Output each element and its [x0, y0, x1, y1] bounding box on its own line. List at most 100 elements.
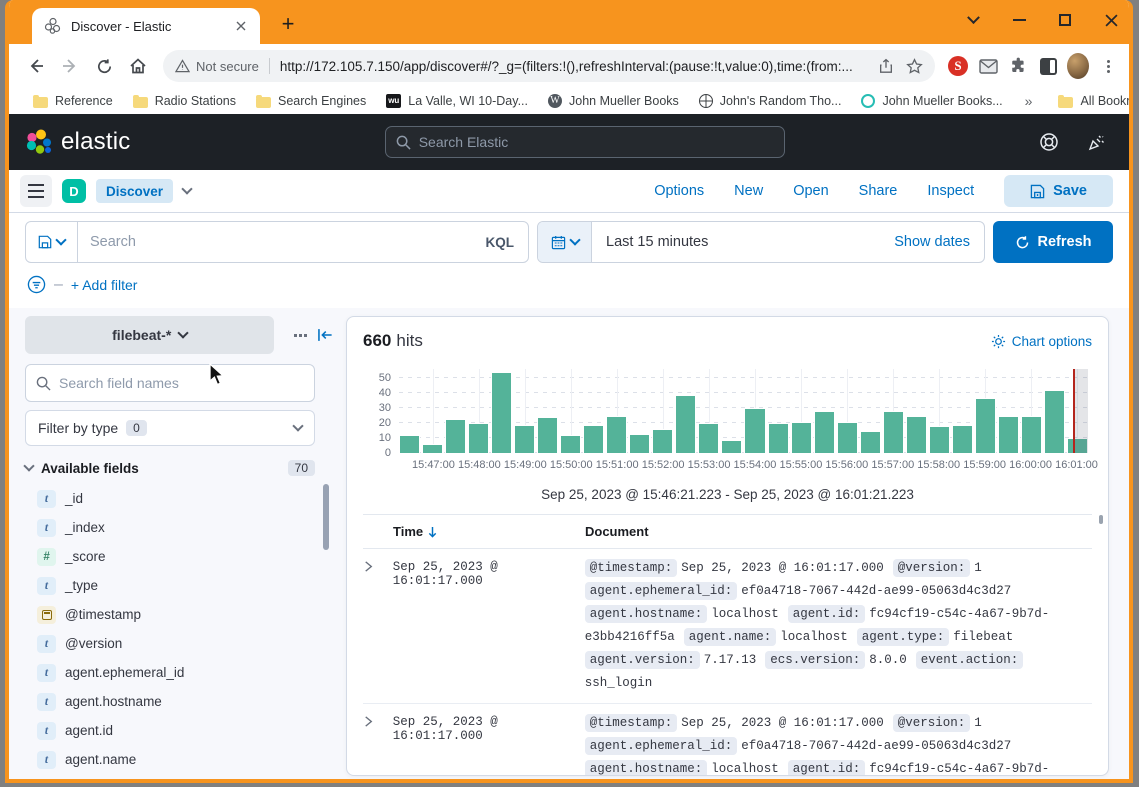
chart-bar[interactable] [537, 417, 558, 453]
expand-row-button[interactable] [363, 557, 393, 695]
field-list-item[interactable]: tagent.id [25, 716, 333, 745]
toolbar-link-new[interactable]: New [734, 183, 763, 199]
chart-bar[interactable] [998, 416, 1019, 453]
bookmark-item[interactable]: wuLa Valle, WI 10-Day... [376, 94, 538, 108]
tab-search-icon[interactable] [965, 12, 981, 28]
chart-bar[interactable] [929, 426, 950, 453]
query-input[interactable]: Search KQL [25, 221, 529, 263]
sidebar-scrollbar[interactable] [323, 484, 329, 550]
field-list-item[interactable]: tagent.name [25, 745, 333, 774]
chart-bar[interactable] [399, 435, 420, 453]
query-language-button[interactable]: KQL [472, 235, 529, 250]
field-list-item[interactable]: #_score [25, 542, 333, 571]
chart-bar[interactable] [422, 444, 443, 453]
field-search-input[interactable]: Search field names [25, 364, 315, 402]
chart-bar[interactable] [1021, 416, 1042, 453]
chart-bar[interactable] [491, 372, 512, 453]
date-picker[interactable]: Last 15 minutes Show dates [537, 221, 985, 263]
chart-options-button[interactable]: Chart options [991, 334, 1092, 349]
chart-bar[interactable] [629, 434, 650, 453]
expand-row-button[interactable] [363, 712, 393, 776]
chart-bar[interactable] [560, 435, 581, 453]
time-range-value[interactable]: Last 15 minutes [592, 234, 880, 250]
dark-reader-icon[interactable] [1037, 55, 1059, 77]
chart-bar[interactable] [583, 425, 604, 453]
filter-icon[interactable] [27, 275, 46, 294]
toolbar-link-options[interactable]: Options [654, 183, 704, 199]
bookmark-star-icon[interactable] [906, 58, 923, 75]
chart-bar[interactable] [721, 440, 742, 453]
field-list-item[interactable]: t_type [25, 571, 333, 600]
breadcrumb[interactable]: Discover [96, 179, 173, 203]
chart-bar[interactable] [606, 416, 627, 453]
column-document[interactable]: Document [585, 524, 1092, 539]
chart-bar[interactable] [975, 398, 996, 453]
minimize-button[interactable] [1011, 12, 1027, 28]
bookmark-item[interactable]: John Mueller Books... [851, 94, 1012, 108]
url-text[interactable]: http://172.105.7.150/app/discover#/?_g=(… [280, 59, 870, 74]
close-button[interactable] [1103, 12, 1119, 28]
toolbar-link-inspect[interactable]: Inspect [927, 183, 974, 199]
chevron-down-icon[interactable] [181, 183, 192, 194]
all-bookmarks-button[interactable]: All Bookmarks [1048, 94, 1133, 108]
saved-query-menu-button[interactable] [26, 222, 78, 262]
show-dates-button[interactable]: Show dates [880, 234, 984, 250]
add-filter-button[interactable]: + Add filter [71, 277, 138, 293]
mail-extension-icon[interactable] [977, 55, 999, 77]
date-quick-menu-button[interactable] [538, 222, 592, 262]
chart-bar[interactable] [698, 423, 719, 453]
bookmark-item[interactable]: Search Engines [246, 94, 376, 108]
boxes-horizontal-icon[interactable] [294, 334, 307, 337]
maximize-button[interactable] [1057, 12, 1073, 28]
filter-by-type-accordion[interactable]: Filter by type 0 [25, 410, 315, 446]
field-list-item[interactable]: t_index [25, 513, 333, 542]
collapse-sidebar-icon[interactable] [317, 328, 333, 342]
reload-icon[interactable] [91, 53, 117, 79]
security-indicator[interactable]: Not secure [175, 59, 259, 74]
elastic-brand[interactable]: elastic [25, 128, 130, 156]
chart-bar[interactable] [514, 425, 535, 453]
menu-hamburger-icon[interactable] [20, 175, 52, 207]
bookmark-item[interactable]: WJohn Mueller Books [538, 94, 689, 108]
new-tab-button[interactable]: + [275, 12, 301, 38]
space-badge[interactable]: D [62, 179, 86, 203]
chart-bar[interactable] [652, 429, 673, 453]
elastic-search-input[interactable]: Search Elastic [385, 126, 785, 158]
index-pattern-select[interactable]: filebeat-* [25, 316, 274, 354]
extension-s-icon[interactable]: S [947, 55, 969, 77]
tab-close-icon[interactable] [232, 17, 250, 35]
extensions-puzzle-icon[interactable] [1007, 55, 1029, 77]
chrome-menu-icon[interactable] [1097, 55, 1119, 77]
field-list-item[interactable]: tagent.ephemeral_id [25, 658, 333, 687]
refresh-button[interactable]: Refresh [993, 221, 1113, 263]
toolbar-link-share[interactable]: Share [859, 183, 898, 199]
field-list-item[interactable]: t_id [25, 484, 333, 513]
newsfeed-icon[interactable] [1087, 132, 1107, 152]
share-icon[interactable] [878, 58, 894, 74]
chart-bar[interactable] [906, 416, 927, 453]
chart-bar[interactable] [860, 431, 881, 453]
chart-bar[interactable] [445, 419, 466, 453]
chart-bar[interactable] [468, 423, 489, 453]
chart-bar[interactable] [1044, 390, 1065, 453]
save-button[interactable]: Save [1004, 175, 1113, 207]
profile-avatar[interactable] [1067, 55, 1089, 77]
chart-bar[interactable] [814, 411, 835, 453]
back-icon[interactable] [23, 53, 49, 79]
forward-icon[interactable] [57, 53, 83, 79]
chart-bar[interactable] [883, 411, 904, 453]
bookmarks-overflow-icon[interactable]: » [1017, 93, 1041, 109]
address-bar[interactable]: Not secure http://172.105.7.150/app/disc… [163, 50, 935, 82]
bookmark-item[interactable]: Reference [23, 94, 123, 108]
browser-tab[interactable]: Discover - Elastic [32, 8, 260, 44]
chart-bar[interactable] [768, 423, 789, 453]
home-icon[interactable] [125, 53, 151, 79]
field-list-item[interactable]: tagent.hostname [25, 687, 333, 716]
column-time[interactable]: Time [363, 524, 585, 539]
toolbar-link-open[interactable]: Open [793, 183, 828, 199]
table-scrollbar[interactable] [1099, 515, 1103, 524]
available-fields-header[interactable]: Available fields 70 [25, 460, 315, 476]
chart-bar[interactable] [675, 395, 696, 453]
chart-bar[interactable] [837, 422, 858, 453]
chart-bar[interactable] [744, 408, 765, 453]
